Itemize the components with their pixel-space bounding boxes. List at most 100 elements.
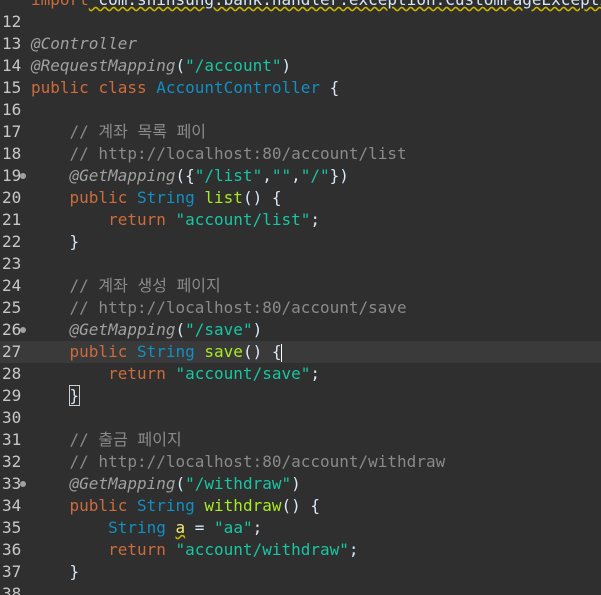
code-line[interactable]: 38: [0, 583, 601, 595]
code-text: // 출금 페이지: [31, 429, 182, 451]
code-line[interactable]: 25 // http://localhost:80/account/save: [0, 297, 601, 319]
code-line[interactable]: 13 @Controller: [0, 33, 601, 55]
code-token: AccountController: [156, 78, 321, 97]
code-token: }): [329, 166, 349, 185]
line-number: 27: [2, 342, 22, 361]
code-token: "account/save": [175, 364, 311, 383]
code-token: String: [136, 496, 195, 515]
code-token: @GetMapping: [69, 166, 176, 185]
line-number: 36: [2, 540, 22, 559]
code-token: // 출금 페이지: [31, 430, 182, 449]
line-number: 35: [2, 518, 22, 537]
code-line[interactable]: 30: [0, 407, 601, 429]
code-token: @GetMapping: [69, 320, 176, 339]
code-line[interactable]: 12: [0, 11, 601, 33]
code-editor[interactable]: import com.shinsung.bank.handler.excepti…: [0, 0, 601, 595]
code-token: ({: [175, 166, 195, 185]
line-number: 29: [2, 386, 22, 405]
code-line[interactable]: 18 // http://localhost:80/account/list: [0, 143, 601, 165]
code-line[interactable]: 15 public class AccountController {: [0, 77, 601, 99]
line-number: 37: [2, 562, 22, 581]
line-number: 21: [2, 210, 22, 229]
code-line[interactable]: 35 String a = "aa";: [0, 517, 601, 539]
code-text: @GetMapping("/withdraw"): [31, 473, 301, 495]
fold-marker-icon[interactable]: [20, 481, 26, 487]
code-token: class: [98, 78, 147, 97]
code-line[interactable]: 32 // http://localhost:80/account/withdr…: [0, 451, 601, 473]
code-token: (: [175, 474, 186, 493]
code-token: ;: [310, 364, 320, 383]
fold-marker-icon[interactable]: [20, 173, 26, 179]
code-token: "aa": [214, 518, 253, 537]
line-number: 38: [2, 584, 22, 595]
matched-brace: }: [68, 385, 81, 406]
fold-marker-icon[interactable]: [20, 327, 26, 333]
code-line[interactable]: 24 // 계좌 생성 페이지: [0, 275, 601, 297]
code-token: "": [271, 166, 292, 185]
code-token: =: [185, 518, 215, 537]
code-line[interactable]: 16: [0, 99, 601, 121]
code-text: return "account/withdraw";: [31, 539, 359, 561]
code-line[interactable]: import com.shinsung.bank.handler.excepti…: [0, 0, 601, 11]
code-token: "account/withdraw": [175, 540, 349, 559]
code-text: import com.shinsung.bank.handler.excepti…: [31, 0, 601, 11]
code-token: () {: [242, 188, 282, 207]
code-token: ;: [348, 540, 359, 559]
code-line[interactable]: 17 // 계좌 목록 페이: [0, 121, 601, 143]
code-token: return: [108, 210, 166, 229]
code-token: com.shinsung.bank.handler.exception.Cust…: [89, 0, 601, 9]
code-token: ): [252, 320, 263, 339]
code-token: // 계좌 목록 페이: [31, 122, 207, 141]
line-number: 32: [2, 452, 22, 471]
code-text: @Controller: [31, 33, 137, 55]
code-token: (: [175, 56, 186, 75]
code-text: return "account/save";: [31, 363, 320, 385]
code-line[interactable]: 34 public String withdraw() {: [0, 495, 601, 517]
code-token: save: [204, 342, 243, 361]
code-line[interactable]: 20 public String list() {: [0, 187, 601, 209]
line-number: [0, 0, 28, 11]
code-line[interactable]: 21 return "account/list";: [0, 209, 601, 231]
code-line[interactable]: 33 @GetMapping("/withdraw"): [0, 473, 601, 495]
code-line[interactable]: 23: [0, 253, 601, 275]
code-token: (: [175, 320, 186, 339]
code-line[interactable]: 29 }: [0, 385, 601, 407]
code-line[interactable]: 14 @RequestMapping("/account"): [0, 55, 601, 77]
line-number: 30: [2, 408, 22, 427]
code-line[interactable]: 37 }: [0, 561, 601, 583]
line-number: 12: [2, 12, 22, 31]
line-number: 20: [2, 188, 22, 207]
code-line[interactable]: 36 return "account/withdraw";: [0, 539, 601, 561]
code-text: // 계좌 목록 페이: [31, 121, 206, 143]
code-token: public: [69, 342, 128, 361]
line-number: 14: [2, 56, 22, 75]
code-line[interactable]: 19 @GetMapping({"/list","","/"}): [0, 165, 601, 187]
code-token: String: [136, 342, 195, 361]
code-line[interactable]: 27 public String save() {: [0, 341, 601, 363]
code-token: }: [31, 232, 80, 251]
code-token: // 계좌 생성 페이지: [31, 276, 221, 295]
code-line[interactable]: 26 @GetMapping("/save"): [0, 319, 601, 341]
code-token: // http://localhost:80/account/list: [31, 144, 407, 163]
code-token: @Controller: [31, 34, 137, 53]
code-line[interactable]: 28 return "account/save";: [0, 363, 601, 385]
code-token: list: [204, 188, 243, 207]
code-text: public class AccountController {: [31, 77, 339, 99]
code-line[interactable]: 31 // 출금 페이지: [0, 429, 601, 451]
code-token: String: [108, 518, 166, 537]
code-text: public String list() {: [31, 187, 282, 209]
code-line[interactable]: 22 }: [0, 231, 601, 253]
code-text: }: [31, 231, 80, 253]
